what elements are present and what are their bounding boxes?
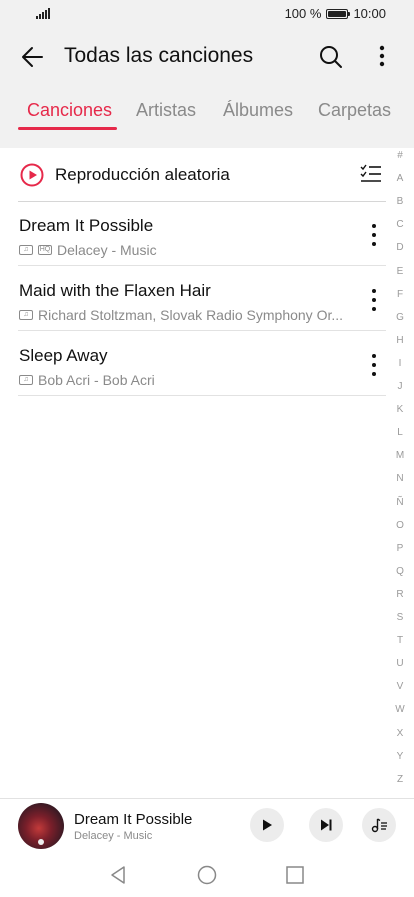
signal-icon xyxy=(36,7,50,19)
index-letter[interactable]: C xyxy=(388,219,412,230)
alphabet-index[interactable]: # A B C D E F G H I J K L M N Ñ O P Q R S T U V W X Y Z xyxy=(388,150,412,790)
song-title: Sleep Away xyxy=(19,346,108,365)
index-letter[interactable]: K xyxy=(388,404,412,415)
song-artist: Delacey - Music xyxy=(57,242,157,258)
song-item[interactable]: Maid with the Flaxen Hair ♫ Richard Stol… xyxy=(18,267,386,331)
play-button[interactable] xyxy=(250,808,284,842)
song-more-icon[interactable] xyxy=(366,352,382,378)
index-letter[interactable]: L xyxy=(388,427,412,438)
more-options-button[interactable] xyxy=(368,42,396,72)
battery-icon xyxy=(326,8,351,19)
song-meta: ♫ HQ Delacey - Music xyxy=(19,242,359,258)
nav-home-icon[interactable] xyxy=(196,864,218,886)
nav-back-icon[interactable] xyxy=(107,864,129,886)
song-item[interactable]: Dream It Possible ♫ HQ Delacey - Music xyxy=(18,202,386,266)
playlist-icon xyxy=(371,818,387,833)
back-arrow-icon xyxy=(22,47,43,67)
player-title: Dream It Possible xyxy=(74,811,193,828)
index-letter[interactable]: U xyxy=(388,658,412,669)
mini-player[interactable]: Dream It Possible Delacey - Music xyxy=(0,798,414,854)
index-letter[interactable]: D xyxy=(388,242,412,253)
system-nav-bar xyxy=(0,854,414,897)
index-letter[interactable]: Z xyxy=(388,774,412,785)
play-icon xyxy=(263,819,272,831)
active-tab-indicator xyxy=(18,127,117,130)
music-file-icon: ♫ xyxy=(19,310,33,320)
search-icon xyxy=(320,46,342,68)
player-artist: Delacey - Music xyxy=(74,830,153,842)
nav-recents-icon[interactable] xyxy=(284,864,306,886)
song-meta: ♫ Bob Acri - Bob Acri xyxy=(19,372,359,388)
index-letter[interactable]: M xyxy=(388,450,412,461)
skip-next-icon xyxy=(321,819,332,831)
index-letter[interactable]: S xyxy=(388,612,412,623)
index-letter[interactable]: Ñ xyxy=(388,497,412,508)
tab-carpetas[interactable]: Carpetas xyxy=(318,100,391,121)
song-meta: ♫ Richard Stoltzman, Slovak Radio Sympho… xyxy=(19,307,359,323)
index-letter[interactable]: V xyxy=(388,681,412,692)
index-letter[interactable]: P xyxy=(388,543,412,554)
album-art[interactable] xyxy=(18,803,64,849)
index-letter[interactable]: A xyxy=(388,173,412,184)
index-letter[interactable]: X xyxy=(388,728,412,739)
index-letter[interactable]: B xyxy=(388,196,412,207)
song-list: Reproducción aleatoria Dream It Possible… xyxy=(0,148,414,798)
shuffle-label: Reproducción aleatoria xyxy=(55,165,230,184)
battery-percent: 100 % xyxy=(284,6,322,21)
index-letter[interactable]: N xyxy=(388,473,412,484)
search-button[interactable] xyxy=(316,42,346,72)
tab-albumes[interactable]: Álbumes xyxy=(223,100,293,121)
playlist-button[interactable] xyxy=(362,808,396,842)
index-letter[interactable]: W xyxy=(388,704,412,715)
song-artist: Bob Acri - Bob Acri xyxy=(38,372,155,388)
app-header: Todas las canciones xyxy=(0,30,414,82)
more-vertical-icon xyxy=(379,45,385,67)
index-letter[interactable]: E xyxy=(388,266,412,277)
next-button[interactable] xyxy=(309,808,343,842)
status-bar: 100 % 10:00 xyxy=(0,0,414,30)
index-letter[interactable]: O xyxy=(388,520,412,531)
music-file-icon: ♫ xyxy=(19,245,33,255)
tab-artistas[interactable]: Artistas xyxy=(136,100,196,121)
index-letter[interactable]: H xyxy=(388,335,412,346)
clock: 10:00 xyxy=(353,6,386,21)
back-button[interactable] xyxy=(18,42,48,72)
index-letter[interactable]: # xyxy=(388,150,412,161)
tab-canciones[interactable]: Canciones xyxy=(27,100,112,121)
index-letter[interactable]: Q xyxy=(388,566,412,577)
play-circle-icon xyxy=(20,163,44,187)
page-title: Todas las canciones xyxy=(64,44,254,67)
multi-select-icon[interactable] xyxy=(360,163,382,185)
song-artist: Richard Stoltzman, Slovak Radio Symphony… xyxy=(38,307,344,323)
song-more-icon[interactable] xyxy=(366,287,382,313)
index-letter[interactable]: R xyxy=(388,589,412,600)
song-title: Dream It Possible xyxy=(19,216,154,235)
song-more-icon[interactable] xyxy=(366,222,382,248)
index-letter[interactable]: T xyxy=(388,635,412,646)
tab-bar: Canciones Artistas Álbumes Carpetas xyxy=(0,92,414,132)
index-letter[interactable]: Y xyxy=(388,751,412,762)
index-letter[interactable]: G xyxy=(388,312,412,323)
status-right: 100 % 10:00 xyxy=(285,6,386,21)
index-letter[interactable]: J xyxy=(388,381,412,392)
music-file-icon: ♫ xyxy=(19,375,33,385)
hq-badge-icon: HQ xyxy=(38,245,52,255)
index-letter[interactable]: F xyxy=(388,289,412,300)
song-item[interactable]: Sleep Away ♫ Bob Acri - Bob Acri xyxy=(18,332,386,396)
index-letter[interactable]: I xyxy=(388,358,412,369)
shuffle-play-row[interactable]: Reproducción aleatoria xyxy=(18,158,386,202)
song-title: Maid with the Flaxen Hair xyxy=(19,281,211,300)
